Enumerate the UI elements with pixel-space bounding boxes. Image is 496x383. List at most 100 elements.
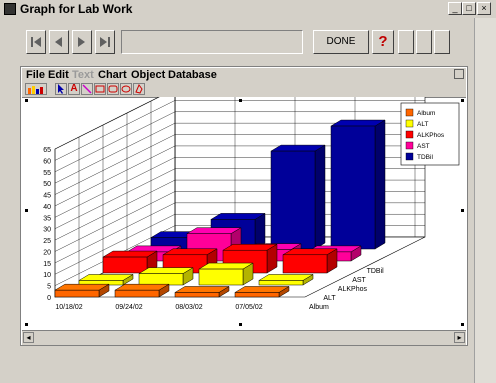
close-button[interactable]: × bbox=[477, 2, 491, 15]
menu-chart[interactable]: Chart bbox=[98, 68, 127, 82]
selection-handle bbox=[25, 323, 28, 326]
bar-tdbil-2 bbox=[270, 144, 326, 250]
y-tick-label: 5 bbox=[47, 284, 51, 291]
menu-edit[interactable]: Edit bbox=[48, 68, 69, 82]
chart-type-icon[interactable] bbox=[25, 83, 47, 95]
y-tick-label: 15 bbox=[43, 261, 51, 268]
bar-front bbox=[270, 150, 316, 250]
menu-database[interactable]: Database bbox=[168, 68, 217, 82]
bar-top bbox=[198, 262, 254, 270]
first-record-icon bbox=[31, 37, 41, 47]
next-record-icon bbox=[78, 37, 85, 47]
bar-top bbox=[282, 248, 338, 256]
x-tick-label: 10/18/02 bbox=[55, 304, 82, 311]
blank-button-1[interactable] bbox=[398, 30, 414, 54]
bar-front bbox=[234, 292, 280, 298]
bar-front bbox=[330, 125, 376, 250]
depth-label: AST bbox=[352, 277, 366, 284]
bar-alt-2 bbox=[198, 262, 254, 286]
oval-tool-icon[interactable] bbox=[120, 83, 132, 95]
bar-tdbil-3 bbox=[330, 119, 386, 250]
bar-top bbox=[174, 286, 230, 293]
bar-top bbox=[222, 243, 278, 251]
chart-legend[interactable]: Album ALT ALKPhos AST TDBil bbox=[400, 102, 460, 166]
x-tick-label: 08/03/02 bbox=[175, 304, 202, 311]
depth-label: ALT bbox=[323, 295, 336, 302]
bar-top bbox=[186, 227, 242, 234]
bar-top bbox=[330, 119, 386, 127]
bar-top bbox=[270, 144, 326, 152]
legend-label: Album bbox=[417, 110, 435, 117]
menu-bar: File Edit Text Chart Object Database bbox=[22, 68, 466, 82]
next-record-button[interactable] bbox=[72, 30, 92, 54]
title-bar: Graph for Lab Work _ □ × bbox=[0, 0, 496, 18]
bar-top bbox=[78, 274, 134, 281]
y-tick-label: 65 bbox=[43, 147, 51, 154]
bar-alt-1 bbox=[138, 267, 194, 286]
rounded-rectangle-tool-icon[interactable] bbox=[107, 83, 119, 95]
bar-front bbox=[282, 254, 328, 274]
y-tick-label: 30 bbox=[43, 227, 51, 234]
menu-file[interactable]: File bbox=[26, 68, 45, 82]
blank-button-2[interactable] bbox=[416, 30, 432, 54]
polygon-tool-icon[interactable] bbox=[133, 83, 145, 95]
last-record-button[interactable] bbox=[95, 30, 115, 54]
y-tick-label: 25 bbox=[43, 238, 51, 245]
bar-alkphos-3 bbox=[282, 248, 338, 274]
bar-top bbox=[234, 286, 290, 293]
line-tool-icon[interactable] bbox=[81, 83, 93, 95]
scroll-right-icon[interactable]: ▸ bbox=[454, 332, 465, 343]
maximize-button[interactable]: □ bbox=[462, 2, 476, 15]
restore-icon[interactable] bbox=[454, 69, 464, 79]
legend-swatch bbox=[405, 108, 414, 117]
menu-object[interactable]: Object bbox=[131, 68, 165, 82]
legend-swatch bbox=[405, 130, 414, 139]
bar-top bbox=[102, 250, 158, 258]
y-tick-label: 35 bbox=[43, 215, 51, 222]
legend-label: ALT bbox=[417, 121, 428, 128]
depth-label: ALKPhos bbox=[338, 286, 368, 293]
window-title: Graph for Lab Work bbox=[20, 2, 133, 16]
first-record-button[interactable] bbox=[26, 30, 46, 54]
y-tick-label: 45 bbox=[43, 193, 51, 200]
record-field[interactable] bbox=[121, 30, 303, 54]
minimize-button[interactable]: _ bbox=[448, 2, 462, 15]
drawing-toolbar: A bbox=[22, 82, 466, 98]
last-record-icon bbox=[100, 37, 110, 47]
bar-top bbox=[258, 274, 314, 281]
bar-front bbox=[198, 268, 244, 286]
horizontal-scrollbar[interactable]: ◂ ▸ bbox=[22, 330, 466, 345]
bar-side bbox=[314, 144, 326, 250]
legend-label: ALKPhos bbox=[417, 132, 445, 139]
selection-handle bbox=[461, 99, 464, 102]
text-tool-icon[interactable]: A bbox=[68, 83, 80, 95]
legend-swatch bbox=[405, 152, 414, 161]
legend-swatch bbox=[405, 119, 414, 128]
bar-top bbox=[114, 283, 170, 291]
arrow-select-icon[interactable] bbox=[55, 83, 67, 95]
bar-chart[interactable]: 0 5 10 15 20 25 30 35 40 45 50 55 60 65 10/18/02 09/24/… bbox=[21, 97, 467, 330]
legend-swatch bbox=[405, 141, 414, 150]
y-tick-label: 10 bbox=[43, 272, 51, 279]
selection-handle bbox=[239, 99, 242, 102]
x-tick-label: 07/05/02 bbox=[235, 304, 262, 311]
bar-front bbox=[138, 273, 184, 286]
legend-label: TDBil bbox=[417, 154, 433, 161]
bar-album-3 bbox=[234, 286, 290, 298]
done-button[interactable]: DONE bbox=[313, 30, 369, 54]
help-button[interactable]: ? bbox=[372, 30, 394, 54]
selection-handle bbox=[25, 99, 28, 102]
selection-handle bbox=[239, 323, 242, 326]
menu-text[interactable]: Text bbox=[72, 68, 94, 82]
depth-label: TDBil bbox=[367, 268, 385, 275]
record-navigation-bar: DONE ? bbox=[0, 20, 474, 64]
app-icon bbox=[4, 3, 16, 15]
vertical-scrollbar[interactable] bbox=[474, 18, 496, 383]
depth-label: Album bbox=[309, 304, 329, 311]
legend-label: AST bbox=[417, 143, 430, 150]
blank-button-3[interactable] bbox=[434, 30, 450, 54]
scroll-left-icon[interactable]: ◂ bbox=[23, 332, 34, 343]
previous-record-button[interactable] bbox=[49, 30, 69, 54]
rectangle-tool-icon[interactable] bbox=[94, 83, 106, 95]
bar-front bbox=[54, 289, 100, 298]
